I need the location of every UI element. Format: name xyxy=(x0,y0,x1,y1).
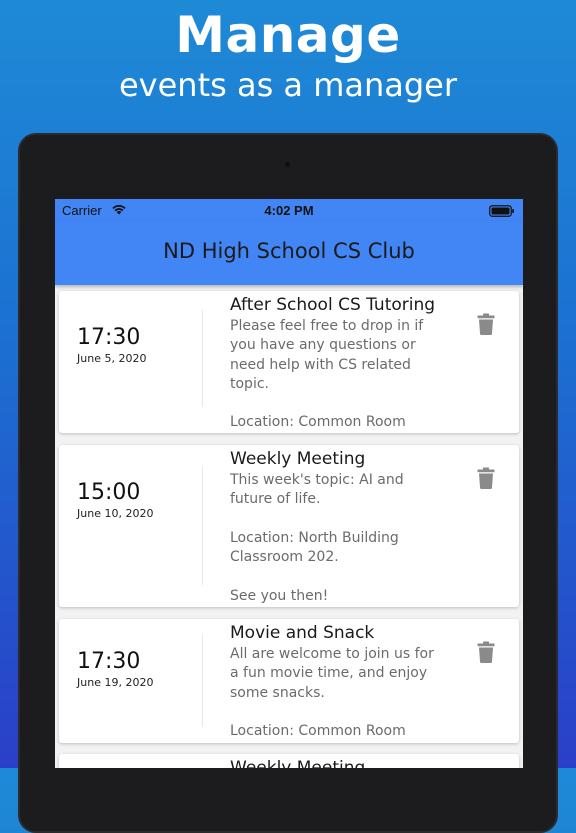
trash-icon[interactable] xyxy=(477,641,495,663)
event-title: Weekly Meeting xyxy=(230,758,366,768)
app-screen: Carrier 4:02 PM ND High School CS Club 1… xyxy=(55,199,523,768)
event-date: June 5, 2020 xyxy=(77,352,147,365)
event-title: Weekly Meeting xyxy=(230,449,366,469)
event-title: After School CS Tutoring xyxy=(230,295,436,315)
card-divider xyxy=(202,309,203,407)
event-time: 17:30 xyxy=(77,325,141,350)
app-title: ND High School CS Club xyxy=(163,239,415,263)
status-bar: Carrier 4:02 PM xyxy=(55,199,523,221)
event-card[interactable]: Weekly Meeting xyxy=(59,754,519,768)
card-divider xyxy=(202,467,203,585)
event-date: June 10, 2020 xyxy=(77,507,154,520)
event-card[interactable]: 15:00 June 10, 2020 Weekly Meeting This … xyxy=(59,445,519,607)
event-time: 17:30 xyxy=(77,649,141,674)
event-description: All are welcome to join us for a fun mov… xyxy=(230,646,434,740)
event-description: This week's topic: AI and future of life… xyxy=(230,472,404,604)
event-time: 15:00 xyxy=(77,480,141,505)
camera-dot xyxy=(285,162,290,167)
status-time: 4:02 PM xyxy=(264,203,314,218)
event-card[interactable]: 17:30 June 5, 2020 After School CS Tutor… xyxy=(59,291,519,433)
trash-icon[interactable] xyxy=(477,313,495,335)
app-bar: ND High School CS Club xyxy=(55,221,523,285)
event-date: June 19, 2020 xyxy=(77,676,154,689)
battery-icon xyxy=(489,205,515,220)
card-divider xyxy=(202,635,203,727)
trash-icon[interactable] xyxy=(477,467,495,489)
event-title: Movie and Snack xyxy=(230,623,375,643)
event-description: Please feel free to drop in if you have … xyxy=(230,318,424,431)
promo-headline: Manage xyxy=(175,6,401,64)
event-card[interactable]: 17:30 June 19, 2020 Movie and Snack All … xyxy=(59,619,519,743)
promo-subheadline: events as a manager xyxy=(118,66,458,104)
